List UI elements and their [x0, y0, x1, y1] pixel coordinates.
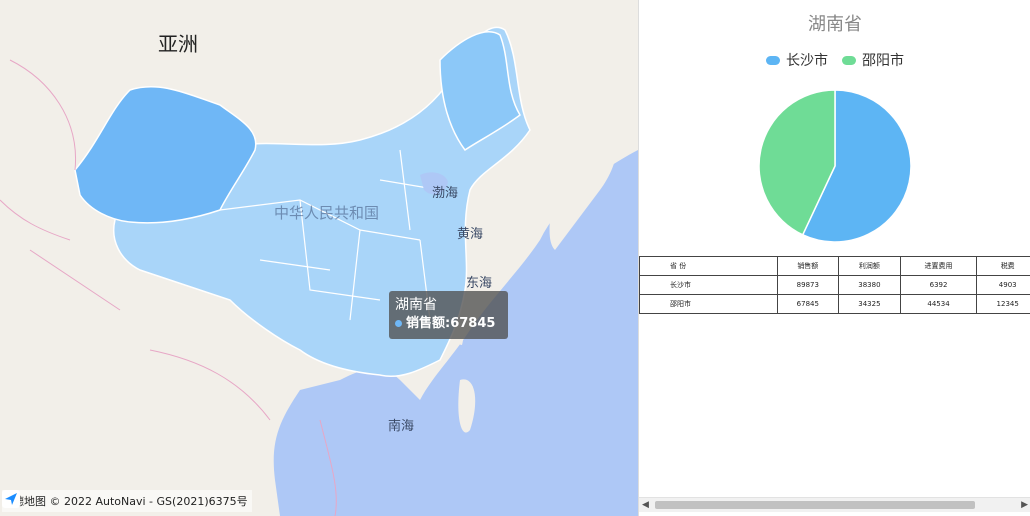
legend-swatch-icon: [842, 55, 856, 65]
tooltip-row: 销售额:67845: [395, 314, 502, 334]
country-label: 中华人民共和国: [274, 204, 380, 222]
yellow-sea-label: 黄海: [457, 227, 484, 242]
pie-chart[interactable]: [639, 80, 1030, 250]
scroll-thumb[interactable]: [655, 501, 975, 509]
header-province: 省 份: [639, 256, 778, 276]
map-canvas[interactable]: [0, 0, 638, 516]
horizontal-scrollbar[interactable]: ◀ ▶: [639, 497, 1030, 512]
map-tooltip: 湖南省 销售额:67845: [389, 291, 508, 339]
cell: 67845: [776, 294, 840, 314]
asia-label: 亚洲: [158, 32, 198, 56]
data-table-container: 省 份 销售额 利润额 进置费用 税费 长沙市 89873 38380 6392…: [639, 256, 1030, 314]
table-row: 邵阳市 67845 34325 44534 12345: [639, 294, 1030, 314]
cell: 34325: [838, 294, 901, 314]
legend-item-changsha[interactable]: 长沙市: [766, 50, 828, 70]
detail-panel: 湖南省 长沙市 邵阳市 省 份 销售额 利润额 进置费用 税费 长沙市 8987…: [638, 0, 1030, 516]
philippines-land: [458, 379, 476, 433]
header-sales: 销售额: [776, 256, 840, 276]
amap-logo-icon[interactable]: [2, 490, 20, 508]
cell: 12345: [976, 294, 1030, 314]
table-header-row: 省 份 销售额 利润额 进置费用 税费: [639, 256, 1030, 276]
scroll-left-icon[interactable]: ◀: [642, 500, 649, 510]
cell: 长沙市: [639, 275, 778, 295]
header-profit: 利润额: [838, 256, 901, 276]
scroll-right-icon[interactable]: ▶: [1021, 500, 1028, 510]
cell: 38380: [838, 275, 901, 295]
series-dot-icon: [395, 320, 402, 327]
map-attribution: 高德地图 © 2022 AutoNavi - GS(2021)6375号: [2, 490, 252, 512]
table-row: 长沙市 89873 38380 6392 4903: [639, 275, 1030, 295]
chart-legend: 长沙市 邵阳市: [639, 50, 1030, 70]
legend-label: 长沙市: [786, 53, 828, 69]
map-view[interactable]: 亚洲 中华人民共和国 渤海 黄海 东海 南海 湖南省 销售额:67845 高德地…: [0, 0, 638, 516]
tooltip-value: 销售额:67845: [406, 316, 496, 331]
bohai-label: 渤海: [432, 186, 459, 201]
south-sea-label: 南海: [388, 419, 415, 434]
data-table: 省 份 销售额 利润额 进置费用 税费 长沙市 89873 38380 6392…: [639, 256, 1030, 314]
east-sea-label: 东海: [466, 276, 493, 291]
legend-label: 邵阳市: [862, 53, 904, 69]
header-tax: 税费: [976, 256, 1030, 276]
cell: 89873: [776, 275, 840, 295]
cell: 44534: [899, 294, 978, 314]
legend-item-shaoyang[interactable]: 邵阳市: [842, 50, 904, 70]
legend-swatch-icon: [766, 55, 780, 65]
cell: 邵阳市: [639, 294, 778, 314]
cell: 6392: [899, 275, 978, 295]
cell: 4903: [976, 275, 1030, 295]
header-cost: 进置费用: [899, 256, 978, 276]
tooltip-title: 湖南省: [395, 297, 437, 313]
attribution-copyright: © 2022 AutoNavi - GS(2021)6375号: [49, 495, 248, 508]
chart-title: 湖南省: [808, 14, 862, 35]
